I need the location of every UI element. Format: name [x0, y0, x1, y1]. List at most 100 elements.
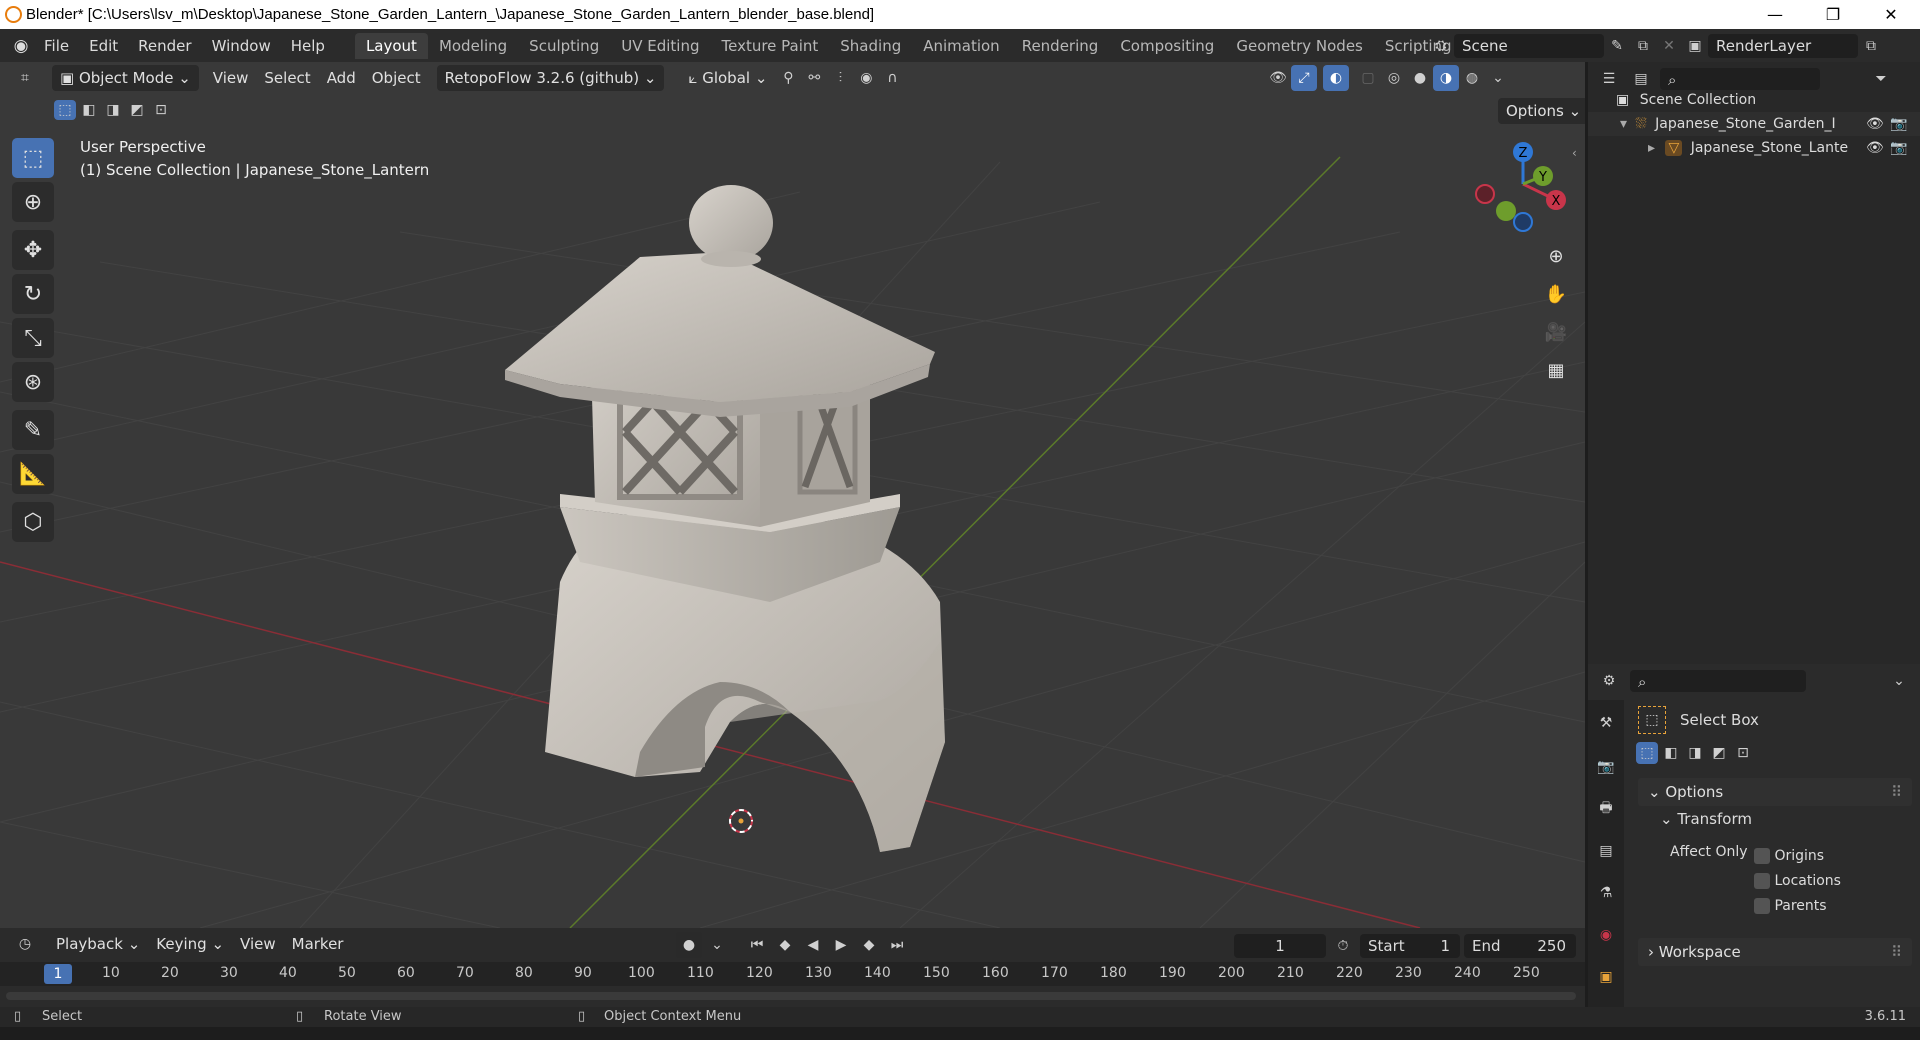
menu-select[interactable]: Select: [256, 65, 318, 91]
lantern-model[interactable]: [505, 185, 945, 852]
new-scene-icon[interactable]: ⧉: [1630, 33, 1656, 59]
options-drag-icon[interactable]: ⠿: [1891, 778, 1902, 806]
annotate-tool[interactable]: ✎: [12, 410, 54, 450]
parents-checkbox-row[interactable]: Parents: [1754, 894, 1841, 919]
marker-menu[interactable]: Marker: [284, 931, 352, 957]
transform-orientation-dropdown[interactable]: ⟀ Global ⌄: [680, 65, 775, 91]
tab-shading[interactable]: Shading: [829, 33, 912, 59]
menu-window[interactable]: Window: [202, 33, 281, 59]
perspective-toggle-icon[interactable]: ▦: [1540, 354, 1572, 386]
properties-options-icon[interactable]: ⌄: [1886, 668, 1912, 694]
locations-checkbox-row[interactable]: Locations: [1754, 869, 1841, 894]
world-tab-icon[interactable]: ◉: [1593, 922, 1619, 948]
overlay-toggle-icon[interactable]: ◐: [1323, 65, 1349, 91]
add-cube-tool[interactable]: ⬡: [12, 502, 54, 542]
select-extend-icon[interactable]: ◧: [78, 100, 100, 120]
solid-shading-icon[interactable]: ●: [1407, 65, 1433, 91]
next-keyframe-icon[interactable]: ◆: [856, 932, 882, 958]
scene-collection-label[interactable]: Scene Collection: [1640, 92, 1756, 108]
start-frame-field[interactable]: Start 1: [1360, 934, 1460, 958]
prop-select-intersect-icon[interactable]: ⊡: [1732, 742, 1754, 764]
prev-keyframe-icon[interactable]: ◆: [772, 932, 798, 958]
pin-icon[interactable]: ✎: [1604, 33, 1630, 59]
play-reverse-icon[interactable]: ◀: [800, 932, 826, 958]
tab-layout[interactable]: Layout: [354, 32, 428, 59]
menu-file[interactable]: File: [34, 33, 79, 59]
rendered-shading-icon[interactable]: ◍: [1459, 65, 1485, 91]
close-window-button[interactable]: ✕: [1862, 0, 1920, 29]
delete-scene-icon[interactable]: ✕: [1656, 33, 1682, 59]
tab-animation[interactable]: Animation: [912, 33, 1010, 59]
prop-select-new-icon[interactable]: ⬚: [1636, 742, 1658, 764]
outliner-item-object[interactable]: Japanese_Stone_Lante: [1691, 140, 1848, 156]
expand-collection-icon[interactable]: ▾: [1620, 116, 1627, 132]
object-render-camera-icon[interactable]: 📷: [1890, 136, 1907, 160]
tab-modeling[interactable]: Modeling: [428, 33, 518, 59]
minimize-button[interactable]: —: [1746, 0, 1804, 29]
ruler-frame-1[interactable]: 1: [44, 964, 72, 984]
playback-menu[interactable]: Playback ⌄: [48, 931, 148, 957]
mode-dropdown[interactable]: ▣ Object Mode ⌄: [52, 65, 199, 91]
navigation-gizmo[interactable]: Z Y X: [1468, 134, 1578, 244]
menu-add[interactable]: Add: [319, 65, 364, 91]
origins-checkbox[interactable]: [1754, 848, 1770, 864]
visibility-icon[interactable]: 👁: [1265, 65, 1291, 91]
viewport-options-button[interactable]: Options ⌄: [1498, 98, 1585, 124]
workspace-drag-icon[interactable]: ⠿: [1891, 938, 1902, 966]
jump-end-icon[interactable]: ⏭: [884, 932, 910, 958]
blender-menu-icon[interactable]: ◉: [8, 33, 34, 59]
keying-menu[interactable]: Keying ⌄: [148, 931, 232, 957]
snap-icon[interactable]: ⚯: [801, 65, 827, 91]
shading-options-icon[interactable]: ⌄: [1485, 65, 1511, 91]
scene-field[interactable]: Scene: [1454, 34, 1604, 58]
tab-rendering[interactable]: Rendering: [1011, 33, 1110, 59]
frame-ruler[interactable]: 1 10 20 30 40 50 60 70 80 90 100 110 120…: [0, 962, 1585, 986]
transform-subpanel-header[interactable]: ⌄ Transform: [1660, 810, 1752, 828]
object-tab-icon[interactable]: ▣: [1593, 964, 1619, 990]
select-new-icon[interactable]: ⬚: [54, 100, 76, 120]
prop-select-subtract-icon[interactable]: ◨: [1684, 742, 1706, 764]
transform-tool[interactable]: ⊛: [12, 362, 54, 402]
parents-checkbox[interactable]: [1754, 898, 1770, 914]
camera-view-icon[interactable]: 🎥: [1540, 316, 1572, 348]
cursor-tool[interactable]: ⊕: [12, 182, 54, 222]
tool-tab-icon[interactable]: ⚒: [1593, 710, 1619, 736]
sidebar-toggle-icon[interactable]: ‹: [1572, 146, 1577, 160]
scale-tool[interactable]: ⤡: [12, 318, 54, 358]
tab-compositing[interactable]: Compositing: [1109, 33, 1225, 59]
current-frame-field[interactable]: 1: [1234, 934, 1326, 958]
pivot-point-icon[interactable]: ⚲: [775, 65, 801, 91]
origins-checkbox-row[interactable]: Origins: [1754, 844, 1841, 869]
material-shading-icon[interactable]: ◑: [1433, 65, 1459, 91]
select-intersect-icon[interactable]: ⊡: [150, 100, 172, 120]
menu-view[interactable]: View: [205, 65, 257, 91]
proportional-edit-icon[interactable]: ◉: [853, 65, 879, 91]
keyframe-options-icon[interactable]: ⌄: [704, 932, 730, 958]
zoom-icon[interactable]: ⊕: [1540, 240, 1572, 272]
properties-editor-type-icon[interactable]: ⚙: [1596, 668, 1622, 694]
snap-target-icon[interactable]: ⫶: [827, 65, 853, 91]
gizmo-toggle-icon[interactable]: ⤢: [1291, 65, 1317, 91]
output-tab-icon[interactable]: 🖶: [1593, 796, 1619, 822]
measure-tool[interactable]: 📐: [12, 454, 54, 494]
workspace-panel-header[interactable]: › Workspace ⠿: [1638, 938, 1912, 966]
end-frame-field[interactable]: End 250: [1464, 934, 1576, 958]
stopwatch-icon[interactable]: ⏱: [1330, 933, 1356, 959]
visibility-eye-icon[interactable]: 👁: [1866, 112, 1884, 136]
prop-select-extend-icon[interactable]: ◧: [1660, 742, 1682, 764]
new-view-layer-icon[interactable]: ⧉: [1858, 33, 1884, 59]
menu-object[interactable]: Object: [364, 65, 429, 91]
timeline-scrollbar[interactable]: [6, 992, 1576, 1000]
scene-selector-icon[interactable]: ⛭: [1428, 33, 1454, 59]
timeline-view-menu[interactable]: View: [232, 931, 284, 957]
select-invert-icon[interactable]: ◩: [126, 100, 148, 120]
restore-button[interactable]: ❐: [1804, 0, 1862, 29]
render-layer-field[interactable]: RenderLayer: [1708, 34, 1858, 58]
move-tool[interactable]: ✥: [12, 230, 54, 270]
options-panel-header[interactable]: ⌄ Options ⠿: [1638, 778, 1912, 806]
jump-start-icon[interactable]: ⏮: [744, 932, 770, 958]
falloff-icon[interactable]: ∩: [879, 65, 905, 91]
record-icon[interactable]: ●: [676, 932, 702, 958]
timeline-editor-type-icon[interactable]: ◷: [12, 931, 38, 957]
menu-help[interactable]: Help: [281, 33, 335, 59]
